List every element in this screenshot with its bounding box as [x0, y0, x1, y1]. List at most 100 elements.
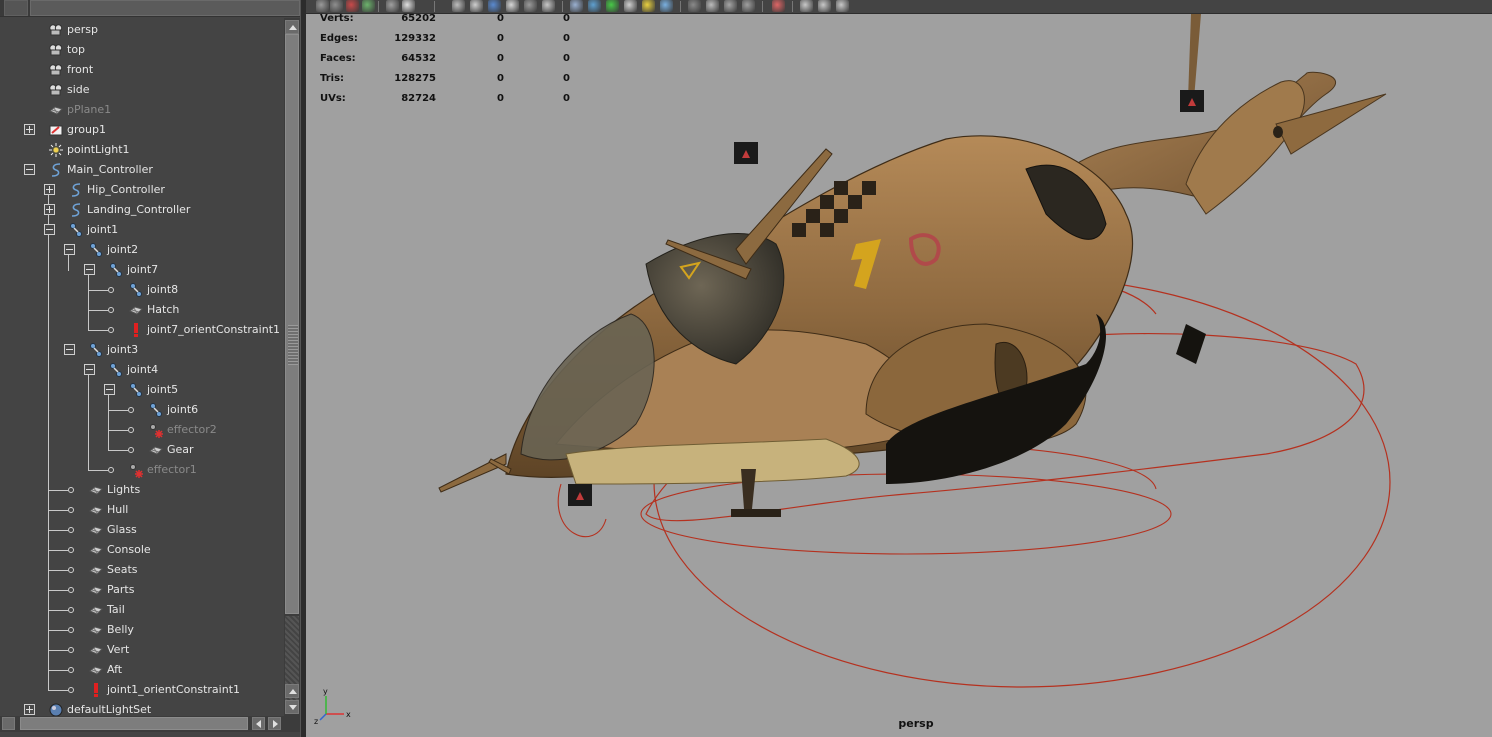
shaded-icon[interactable] — [488, 0, 501, 12]
outliner-item-joint7[interactable]: joint7 — [0, 260, 284, 280]
camera-tool-icon[interactable] — [316, 0, 329, 12]
expand-toggle[interactable] — [44, 184, 55, 195]
lights-icon[interactable] — [606, 0, 619, 12]
collapse-toggle[interactable] — [84, 364, 95, 375]
outliner-scroll-thumb[interactable] — [285, 34, 299, 614]
outliner-item-aft[interactable]: Aft — [0, 660, 284, 680]
leaf-node-marker — [128, 427, 134, 433]
collapse-toggle[interactable] — [104, 384, 115, 395]
outliner-item-joint5[interactable]: joint5 — [0, 380, 284, 400]
bookmark-icon[interactable] — [346, 0, 359, 12]
checker-icon[interactable] — [624, 0, 637, 12]
outliner-item-pointlight1[interactable]: pointLight1 — [0, 140, 284, 160]
outliner-item-effector2[interactable]: effector2 — [0, 420, 284, 440]
outliner-item-landing-controller[interactable]: Landing_Controller — [0, 200, 284, 220]
outliner-item-persp[interactable]: persp — [0, 20, 284, 40]
split-view-icon[interactable] — [818, 0, 831, 12]
outliner-item-joint1[interactable]: joint1 — [0, 220, 284, 240]
shadows-icon[interactable] — [660, 0, 673, 12]
xray-icon[interactable] — [570, 0, 583, 12]
motion-blur-icon[interactable] — [724, 0, 737, 12]
outliner-item-vert[interactable]: Vert — [0, 640, 284, 660]
camera-icon — [48, 82, 64, 98]
leaf-node-marker — [68, 607, 74, 613]
outliner-item-gear[interactable]: Gear — [0, 440, 284, 460]
outliner-item-pplane1[interactable]: pPlane1 — [0, 100, 284, 120]
outliner-item-hatch[interactable]: Hatch — [0, 300, 284, 320]
outliner-item-glass[interactable]: Glass — [0, 520, 284, 540]
panel-layout-icon[interactable] — [800, 0, 813, 12]
expand-toggle[interactable] — [24, 704, 35, 715]
collapse-toggle[interactable] — [84, 264, 95, 275]
outliner-filter-button[interactable] — [4, 0, 28, 16]
outliner-item-main-controller[interactable]: Main_Controller — [0, 160, 284, 180]
outliner-item-joint7-orientconstraint1[interactable]: joint7_orientConstraint1 — [0, 320, 284, 340]
scroll-right-button[interactable] — [268, 717, 281, 730]
isolate-select-icon[interactable] — [772, 0, 785, 12]
hud-row-verts: Verts: 65202 0 0 — [320, 14, 580, 33]
isolate-icon[interactable] — [542, 0, 555, 12]
outliner-item-joint3[interactable]: joint3 — [0, 340, 284, 360]
expand-toggle[interactable] — [24, 124, 35, 135]
toolbar-separator — [762, 1, 763, 12]
hud-toggle-icon[interactable] — [688, 0, 701, 12]
perspective-viewport[interactable]: Verts: 65202 0 0 Edges: 129332 0 0 Faces: 64532 0 0… — [306, 14, 1492, 737]
curve-icon — [68, 182, 84, 198]
outliner-item-belly[interactable]: Belly — [0, 620, 284, 640]
use-lights-icon[interactable] — [642, 0, 655, 12]
camera-name-label: persp — [898, 717, 934, 730]
effector-icon — [128, 462, 144, 478]
collapse-toggle[interactable] — [64, 344, 75, 355]
collapse-toggle[interactable] — [24, 164, 35, 175]
layers-icon[interactable] — [452, 0, 465, 12]
outliner-item-hull[interactable]: Hull — [0, 500, 284, 520]
scroll-up-button-lower[interactable] — [285, 684, 299, 698]
outliner-item-console[interactable]: Console — [0, 540, 284, 560]
outliner-item-seats[interactable]: Seats — [0, 560, 284, 580]
outliner-filter-field[interactable] — [30, 0, 300, 16]
stats-icon[interactable] — [470, 0, 483, 12]
outliner-vertical-scrollbar[interactable] — [284, 18, 300, 716]
outliner-item-side[interactable]: side — [0, 80, 284, 100]
outliner-item-joint6[interactable]: joint6 — [0, 400, 284, 420]
wireframe-icon[interactable] — [524, 0, 537, 12]
scroll-down-button[interactable] — [285, 700, 299, 714]
outliner-item-effector1[interactable]: effector1 — [0, 460, 284, 480]
smooth-shade-icon[interactable] — [506, 0, 519, 12]
scroll-left-button-2[interactable] — [252, 717, 265, 730]
antialias-icon[interactable] — [742, 0, 755, 12]
joint-icon — [108, 262, 124, 278]
scroll-up-button[interactable] — [285, 20, 299, 34]
outliner-item-top[interactable]: top — [0, 40, 284, 60]
outliner-item-joint8[interactable]: joint8 — [0, 280, 284, 300]
grid-toggle-icon[interactable] — [362, 0, 375, 12]
ambient-occlusion-icon[interactable] — [706, 0, 719, 12]
outliner-item-parts[interactable]: Parts — [0, 580, 284, 600]
outliner-item-hip-controller[interactable]: Hip_Controller — [0, 180, 284, 200]
leaf-node-marker — [68, 547, 74, 553]
outliner-item-joint4[interactable]: joint4 — [0, 360, 284, 380]
outliner-item-group1[interactable]: group1 — [0, 120, 284, 140]
texture-icon[interactable] — [588, 0, 601, 12]
aircraft-hull[interactable] — [505, 135, 1134, 485]
outliner-item-label: Gear — [167, 443, 194, 456]
outliner-item-joint1-orientconstraint1[interactable]: joint1_orientConstraint1 — [0, 680, 284, 700]
scroll-left-button[interactable] — [2, 717, 15, 730]
image-plane-icon[interactable] — [386, 0, 399, 12]
outliner-hscroll-thumb[interactable] — [20, 717, 248, 730]
hud-row-faces: Faces: 64532 0 0 — [320, 53, 580, 73]
outliner-horizontal-scrollbar[interactable] — [0, 716, 300, 732]
outliner-item-defaultlightset[interactable]: defaultLightSet — [0, 700, 284, 716]
outliner-item-tail[interactable]: Tail — [0, 600, 284, 620]
film-icon[interactable] — [402, 0, 415, 12]
expand-toggle[interactable] — [44, 204, 55, 215]
outliner-item-front[interactable]: front — [0, 60, 284, 80]
hud-stat-label: Verts: — [320, 14, 354, 24]
collapse-toggle[interactable] — [44, 224, 55, 235]
svg-text:y: y — [323, 687, 328, 696]
outliner-item-lights[interactable]: Lights — [0, 480, 284, 500]
outliner-item-joint2[interactable]: joint2 — [0, 240, 284, 260]
collapse-toggle[interactable] — [64, 244, 75, 255]
film-gate-icon[interactable] — [330, 0, 343, 12]
graph-icon[interactable] — [836, 0, 849, 12]
